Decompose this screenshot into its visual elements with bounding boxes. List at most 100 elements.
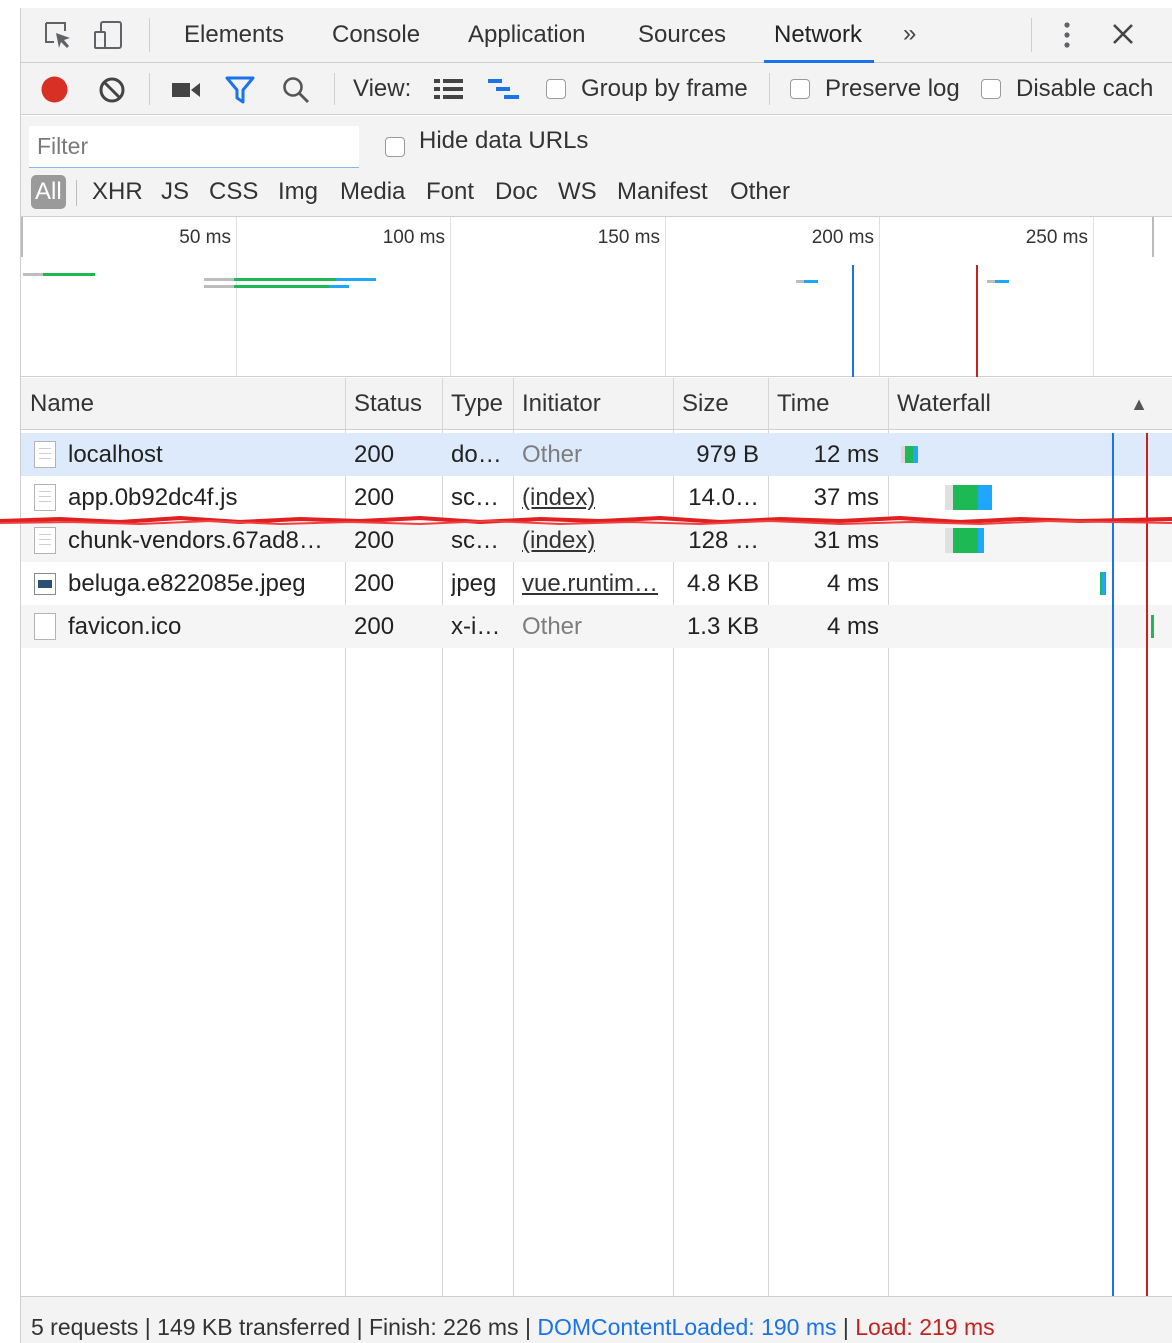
type-filter-all[interactable]: All [31,175,66,209]
row-name[interactable]: localhost [68,433,338,476]
overview-bar [336,278,376,281]
status-finish: Finish: 226 ms [369,1314,519,1340]
sort-ascending-icon[interactable]: ▲ [1130,378,1148,430]
script-file-icon [34,484,56,511]
col-header-initiator[interactable]: Initiator [513,378,601,430]
status-separator: | [842,1314,856,1340]
row-initiator: Other [522,613,583,640]
row-initiator-link[interactable]: (index) [522,476,595,519]
col-header-waterfall[interactable]: Waterfall [888,378,991,430]
row-status: 200 [354,484,395,511]
waterfall-bar [978,528,984,553]
col-header-time[interactable]: Time [768,378,829,430]
hide-data-urls-checkbox[interactable] [385,137,405,157]
type-filter-js[interactable]: JS [161,175,189,209]
row-time: 4 ms [826,613,879,640]
status-separator: | [524,1314,538,1340]
overview-waterfall-icon[interactable] [488,78,520,105]
row-type: x-i… [451,613,501,640]
generic-file-icon [34,613,56,640]
type-filter-doc[interactable]: Doc [495,175,538,209]
close-icon[interactable] [1111,22,1135,51]
type-filter-img[interactable]: Img [278,175,318,209]
record-button[interactable] [41,76,68,108]
row-initiator: Other [522,441,583,468]
tab-sources[interactable]: Sources [638,8,726,63]
waterfall-bar [945,485,953,510]
row-type: do… [451,441,502,468]
filter-funnel-icon[interactable] [225,76,255,109]
status-transferred: 149 KB transferred [157,1314,351,1340]
col-header-name[interactable]: Name [21,378,94,430]
overview-tick-250: 250 ms [1025,227,1088,248]
requests-table: Name Status Type Initiator Size Time Wat… [21,378,1172,1296]
row-name[interactable]: beluga.e822085e.jpeg [68,562,338,605]
overview-tick-50: 50 ms [179,227,231,248]
large-rows-icon[interactable] [434,78,464,105]
overview-tick-150: 150 ms [597,227,660,248]
type-filter-manifest[interactable]: Manifest [617,175,708,209]
overview-bar [329,285,349,288]
status-bar: 5 requests | 149 KB transferred | Finish… [21,1296,1172,1343]
clear-icon[interactable] [98,76,126,109]
devtools-panel: Elements Console Application Sources Net… [20,8,1172,1343]
disable-cache-checkbox[interactable] [981,79,1001,99]
type-filter-css[interactable]: CSS [209,175,258,209]
inspect-element-icon[interactable] [43,20,73,55]
device-toolbar-icon[interactable] [93,20,125,55]
table-row[interactable]: app.0b92dc4f.js 200 sc… (index) 14.0… 37… [21,476,1172,519]
col-header-size[interactable]: Size [673,378,729,430]
row-size: 979 B [696,441,759,468]
tab-network[interactable]: Network [763,8,875,63]
type-filter-other[interactable]: Other [730,175,790,209]
network-toolbar: View: Group by frame Preserve log Disabl… [21,63,1172,115]
row-time: 12 ms [813,441,879,468]
script-file-icon [34,527,56,554]
image-file-icon [34,573,56,595]
row-name[interactable]: favicon.ico [68,605,338,648]
row-size: 128 … [688,527,759,554]
col-header-type[interactable]: Type [442,378,503,430]
row-initiator-link[interactable]: (index) [522,519,595,562]
table-row[interactable]: localhost 200 do… Other 979 B 12 ms [21,433,1172,476]
type-filter-font[interactable]: Font [426,175,474,209]
overview-bar [23,273,43,276]
status-separator: | [144,1314,158,1340]
row-status: 200 [354,441,395,468]
row-size: 14.0… [688,484,759,511]
tab-elements[interactable]: Elements [184,8,284,63]
row-status: 200 [354,570,395,597]
table-row[interactable]: favicon.ico 200 x-i… Other 1.3 KB 4 ms [21,605,1172,648]
row-initiator-link[interactable]: vue.runtim… [522,562,667,605]
row-type: jpeg [451,570,497,597]
group-by-frame-checkbox[interactable] [546,79,566,99]
overview-bar [204,278,234,281]
row-time: 31 ms [813,527,879,554]
overview-bar [43,273,95,276]
tab-bar: Elements Console Application Sources Net… [21,8,1172,63]
type-filter-media[interactable]: Media [340,175,405,209]
network-overview[interactable]: 50 ms 100 ms 150 ms 200 ms 250 ms [21,217,1172,377]
table-row[interactable]: chunk-vendors.67ad8… 200 sc… (index) 128… [21,519,1172,562]
tab-application[interactable]: Application [468,8,585,63]
type-filter-ws[interactable]: WS [558,175,597,209]
row-size: 4.8 KB [686,570,759,597]
preserve-log-checkbox[interactable] [790,79,810,99]
row-status: 200 [354,527,395,554]
type-filter-xhr[interactable]: XHR [92,175,143,209]
overview-bar [995,280,1009,283]
filter-input[interactable] [29,126,359,168]
screenshot-camera-icon[interactable] [171,80,201,105]
search-icon[interactable] [282,76,310,109]
tab-console[interactable]: Console [332,8,420,63]
row-type: sc… [451,527,499,554]
kebab-menu-icon[interactable] [1057,20,1077,55]
table-row[interactable]: beluga.e822085e.jpeg 200 jpeg vue.runtim… [21,562,1172,605]
status-load: Load: 219 ms [855,1314,995,1340]
preserve-log-label: Preserve log [825,75,960,102]
more-tabs-button[interactable]: » [903,8,916,63]
overview-bar [987,280,995,283]
row-name[interactable]: app.0b92dc4f.js [68,476,338,519]
row-name[interactable]: chunk-vendors.67ad8… [68,519,338,562]
col-header-status[interactable]: Status [345,378,422,430]
